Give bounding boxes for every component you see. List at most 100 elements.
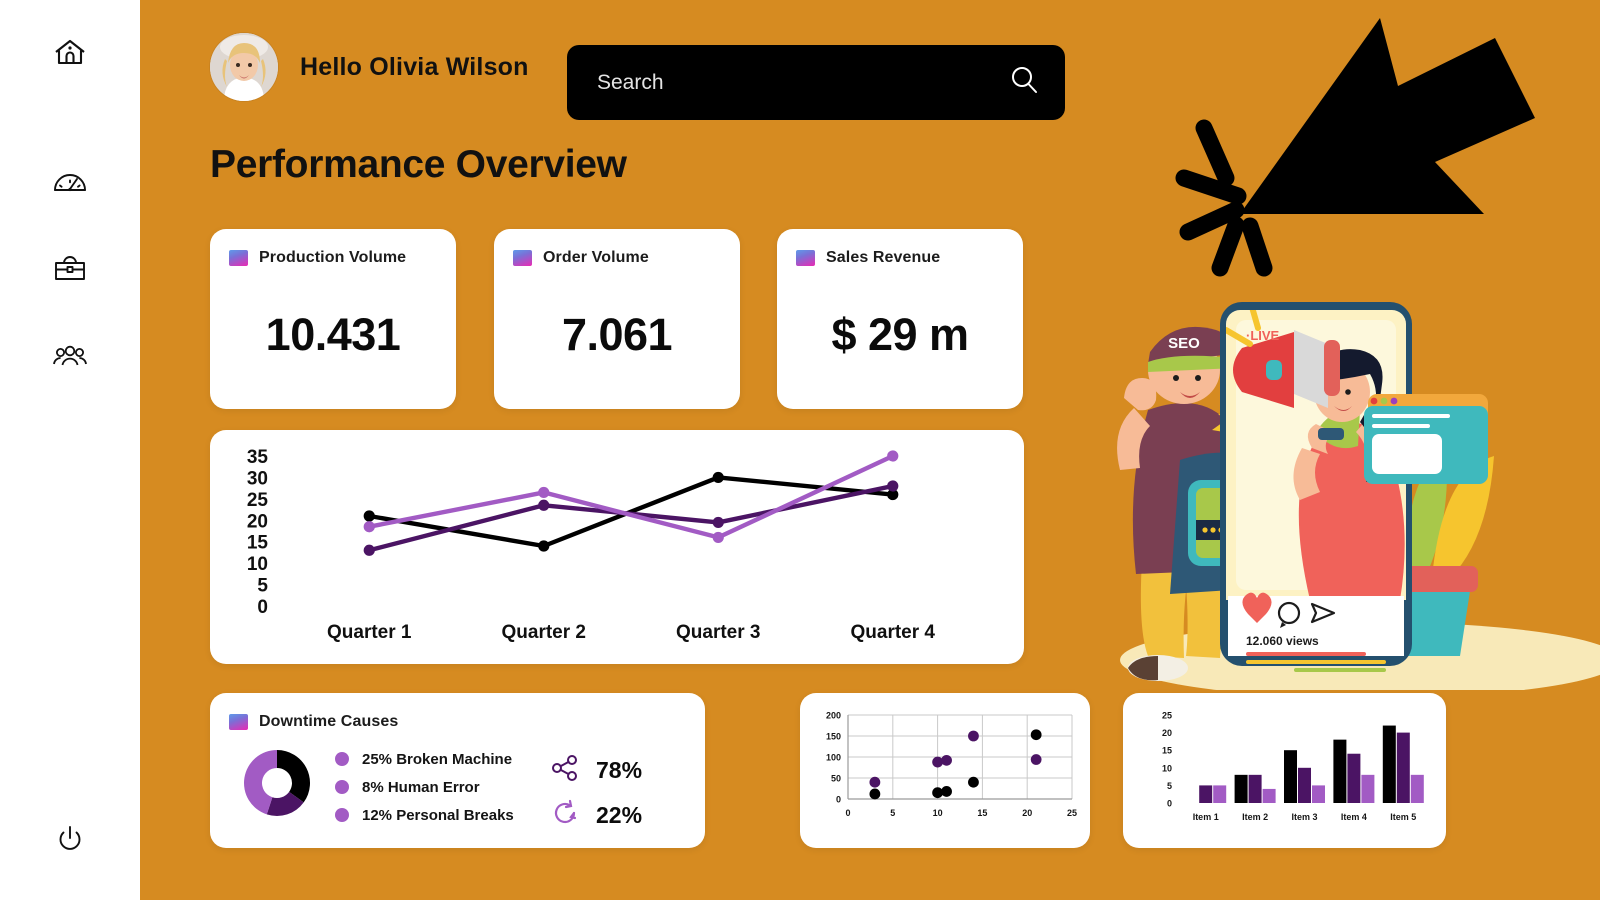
click-burst-icon (1175, 119, 1273, 277)
search-bar[interactable] (567, 45, 1065, 120)
x-tick-label: 20 (1022, 808, 1032, 818)
kpi-card-sales-revenue[interactable]: Sales Revenue $ 29 m (777, 229, 1023, 409)
bar (1199, 785, 1213, 803)
y-tick-label: 0 (836, 795, 841, 805)
data-point (1030, 754, 1042, 765)
kpi-card-production-volume[interactable]: Production Volume 10.431 (210, 229, 456, 409)
bar-chart-card[interactable]: 0 5 10 15 20 25 Item 1 Item 2 Item 3 Item 4 Item 5 (1123, 693, 1446, 848)
y-tick-label: 30 (247, 468, 268, 489)
briefcase-icon (53, 256, 87, 282)
bar (1213, 785, 1227, 803)
kpi-label: Order Volume (543, 249, 649, 266)
kpi-header: Sales Revenue (796, 249, 940, 267)
home-icon (53, 37, 87, 67)
gradient-swatch-icon (229, 714, 248, 730)
y-tick-label: 0 (1167, 799, 1172, 809)
legend-label: 25% Broken Machine (362, 750, 513, 768)
y-tick-label: 200 (826, 711, 841, 721)
y-tick-label: 0 (257, 597, 268, 618)
marketing-illustration: SEO ·LIVE 12.060 views (1080, 0, 1600, 698)
legend-item: 12% Personal Breaks (335, 801, 514, 829)
data-point (1030, 729, 1042, 741)
data-point (869, 776, 881, 788)
sidebar-item-dashboard[interactable] (48, 160, 92, 204)
x-tick-label: 5 (890, 808, 895, 818)
stat-refresh: 22% (550, 793, 642, 838)
data-point (712, 471, 724, 484)
bar (1333, 739, 1347, 803)
kpi-header: Order Volume (513, 249, 649, 267)
legend-dot-icon (335, 808, 349, 822)
x-tick-label: 15 (977, 808, 987, 818)
bar (1284, 750, 1297, 803)
page-title: Performance Overview (210, 143, 627, 186)
y-tick-label: 150 (826, 732, 841, 742)
y-tick-label: 5 (1167, 781, 1172, 791)
y-tick-label: 50 (831, 774, 841, 784)
gradient-swatch-icon (513, 250, 532, 266)
y-tick-label: 10 (247, 554, 268, 575)
x-tick-label: Item 2 (1242, 812, 1268, 822)
send-icon (1310, 602, 1336, 624)
comment-icon (1277, 601, 1301, 625)
sidebar-item-team[interactable] (48, 334, 92, 378)
y-tick-label: 10 (1162, 763, 1172, 773)
donut-stats: 78% 22% (550, 748, 642, 838)
legend-item: 25% Broken Machine (335, 745, 514, 773)
main-content: SEO ·LIVE 12.060 views Hello Olivia Wils… (140, 0, 1600, 900)
sidebar-item-home[interactable] (48, 30, 92, 74)
line-series (367, 483, 895, 553)
line-chart: 35302520151050 Quarter 1 Quarter 2 Quarter … (247, 447, 936, 643)
phone-mockup: ·LIVE 12.060 views (1220, 302, 1412, 672)
gradient-swatch-icon (229, 250, 248, 266)
donut-card-title: Downtime Causes (259, 713, 399, 730)
data-point (363, 521, 375, 533)
sidebar-item-toolbox[interactable] (48, 247, 92, 291)
x-tick-label: Quarter 4 (851, 622, 936, 643)
kpi-label: Production Volume (259, 249, 407, 266)
search-icon[interactable] (1009, 65, 1039, 100)
seo-cap-text: SEO (1168, 335, 1200, 352)
x-tick-label: 0 (845, 808, 850, 818)
sidebar-item-power[interactable] (48, 817, 92, 861)
kpi-value: 7.061 (561, 309, 673, 360)
bar-chart: 0 5 10 15 20 25 Item 1 Item 2 Item 3 Item 4 Item 5 (1162, 711, 1424, 822)
downtime-causes-card[interactable]: Downtime Causes 25% Broken Machine 8% Hu… (210, 693, 705, 848)
legend-dot-icon (335, 752, 349, 766)
bar (1410, 774, 1424, 803)
x-tick-label: 25 (1067, 808, 1077, 818)
seo-character: SEO (1117, 302, 1266, 681)
refresh-icon (550, 798, 580, 833)
data-point (968, 776, 979, 788)
y-tick-label: 25 (1162, 711, 1172, 721)
bar (1234, 774, 1248, 803)
gauge-icon (52, 170, 88, 194)
x-tick-label: 10 (933, 808, 943, 818)
data-point (932, 756, 943, 768)
search-input[interactable] (597, 70, 1009, 95)
refresh-value: 22% (596, 802, 643, 828)
line-chart-card[interactable]: 35 30 25 20 15 10 5 0 Quarter 1 Quarter 2 Quarter … (210, 430, 1024, 664)
handshake-card (1188, 480, 1316, 566)
x-tick-label: Item 4 (1341, 812, 1367, 822)
y-tick-label: 20 (247, 511, 268, 532)
data-point (968, 730, 979, 742)
data-point (363, 544, 375, 556)
sidebar (0, 0, 140, 900)
donut-segment (277, 750, 310, 803)
scatter-chart-card[interactable]: 0 50 100 150 200 0 5 10 15 20 25 (800, 693, 1090, 848)
data-point (538, 486, 550, 499)
x-tick-label: Quarter 1 (327, 622, 412, 643)
kpi-card-order-volume[interactable]: Order Volume 7.061 (494, 229, 740, 409)
data-point (712, 516, 724, 529)
bar (1262, 788, 1276, 803)
legend-label: 8% Human Error (362, 778, 480, 796)
data-point (869, 788, 881, 800)
stat-share: 78% (550, 748, 642, 793)
y-tick-label: 25 (247, 490, 269, 511)
avatar[interactable] (210, 33, 278, 101)
data-point (941, 786, 952, 797)
kpi-value: 10.431 (265, 309, 401, 360)
data-point (712, 531, 724, 544)
scatter-chart: 0 50 100 150 200 0 5 10 15 20 25 (826, 711, 1077, 819)
